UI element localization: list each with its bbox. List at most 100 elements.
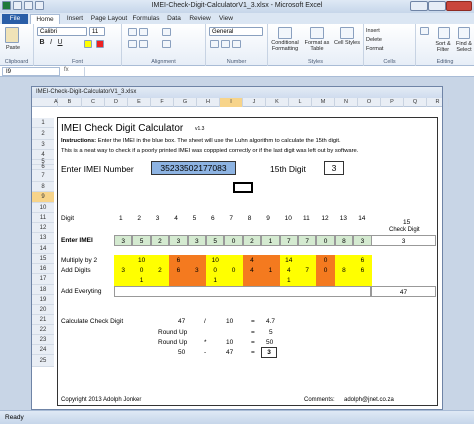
version-label: v1.3 — [195, 126, 205, 132]
tab-formulas[interactable]: Formulas — [130, 14, 162, 24]
tab-home[interactable]: Home — [30, 14, 60, 24]
maximize-button[interactable] — [428, 1, 446, 11]
calc-c: 50 — [178, 349, 186, 356]
sort-filter-icon[interactable] — [438, 27, 450, 39]
currency-icon[interactable] — [210, 40, 219, 48]
align-center-icon[interactable] — [139, 40, 148, 48]
selected-cell-i9[interactable] — [233, 182, 253, 193]
worksheet[interactable]: IMEI Check Digit Calculator v1.3 Instruc… — [54, 107, 442, 409]
column-header-d[interactable]: D — [105, 98, 128, 107]
row-header-16[interactable]: 16 — [32, 264, 54, 274]
number-label: Number — [226, 59, 247, 65]
tab-data[interactable]: Data — [163, 14, 185, 24]
delete-cells-button[interactable]: Delete — [366, 37, 406, 43]
column-header-n[interactable]: N — [335, 98, 358, 107]
column-header-j[interactable]: J — [243, 98, 266, 107]
email-link[interactable]: adolph@jnet.co.za — [344, 397, 394, 403]
cell-styles-icon[interactable] — [340, 27, 354, 39]
row-header-9[interactable]: 9 — [32, 192, 54, 203]
number-format-select[interactable]: General — [209, 27, 263, 36]
imei-input[interactable]: 35233502177083 — [151, 161, 236, 175]
column-header-r[interactable]: R — [427, 98, 449, 107]
row-header-17[interactable]: 17 — [32, 274, 54, 285]
row-header-8[interactable]: 8 — [32, 182, 54, 192]
font-name-select[interactable]: Calibri — [37, 27, 87, 36]
tab-page-layout[interactable]: Page Layout — [89, 14, 129, 24]
add-digit-carry-cell — [316, 275, 335, 286]
imei-digit-cell: 0 — [316, 235, 335, 246]
calculate-check-digit-label: Calculate Check Digit — [61, 318, 124, 325]
column-header-h[interactable]: H — [197, 98, 220, 107]
imei-digit-cell: 7 — [279, 235, 298, 246]
row-header-12[interactable]: 12 — [32, 223, 54, 233]
find-select-icon[interactable] — [458, 27, 470, 39]
column-header-i[interactable]: I — [220, 98, 243, 107]
add-digit-carry-cell — [242, 275, 262, 286]
format-as-table-icon[interactable] — [310, 27, 324, 39]
paste-icon[interactable] — [5, 27, 19, 43]
column-header-b[interactable]: B — [58, 98, 82, 107]
align-middle-icon[interactable] — [139, 28, 148, 36]
alignment-group: Alignment — [122, 24, 206, 66]
row-header-14[interactable]: 14 — [32, 244, 54, 254]
function-icon[interactable]: fx — [64, 67, 84, 73]
imei-digit-cell: 8 — [334, 235, 354, 246]
row-header-7[interactable]: 7 — [32, 170, 54, 182]
comma-icon[interactable] — [232, 40, 241, 48]
round-up-label-1: Round Up — [158, 329, 188, 336]
row-header-24[interactable]: 24 — [32, 345, 54, 355]
fill-color-icon[interactable] — [84, 40, 92, 48]
tab-file[interactable]: File — [2, 14, 28, 24]
column-header-c[interactable]: C — [82, 98, 105, 107]
font-size-select[interactable]: 11 — [89, 27, 105, 36]
row-header-13[interactable]: 13 — [32, 233, 54, 244]
row-header-20[interactable]: 20 — [32, 305, 54, 315]
align-top-icon[interactable] — [128, 28, 137, 36]
align-left-icon[interactable] — [128, 40, 137, 48]
column-header-k[interactable]: K — [266, 98, 289, 107]
underline-icon[interactable]: U — [56, 39, 64, 46]
row-header-2[interactable]: 2 — [32, 128, 54, 140]
bold-icon[interactable]: B — [38, 39, 46, 46]
row-header-25[interactable]: 25 — [32, 355, 54, 367]
close-button[interactable] — [446, 1, 472, 11]
workbook-window: IMEI-Check-Digit-CalculatorV1_3.xlsx ABC… — [31, 86, 449, 410]
add-digit-carry-cell — [334, 275, 354, 286]
merge-center-icon[interactable] — [162, 40, 171, 48]
formula-input[interactable] — [84, 67, 469, 76]
column-header-l[interactable]: L — [289, 98, 312, 107]
row-header-23[interactable]: 23 — [32, 335, 54, 345]
tab-review[interactable]: Review — [186, 14, 214, 24]
minimize-button[interactable] — [410, 1, 428, 11]
row-header-10[interactable]: 10 — [32, 203, 54, 213]
column-header-f[interactable]: F — [151, 98, 174, 107]
column-header-p[interactable]: P — [381, 98, 404, 107]
column-header-o[interactable]: O — [358, 98, 381, 107]
percent-icon[interactable] — [221, 40, 230, 48]
row-header-19[interactable]: 19 — [32, 295, 54, 305]
calc-a: 47 — [178, 318, 186, 325]
row-header-15[interactable]: 15 — [32, 254, 54, 264]
sum-icon[interactable] — [420, 27, 429, 35]
tab-view[interactable]: View — [215, 14, 237, 24]
insert-cells-button[interactable]: Insert — [366, 28, 406, 34]
wrap-text-icon[interactable] — [162, 28, 171, 36]
column-header-q[interactable]: Q — [404, 98, 427, 107]
row-header-3[interactable]: 3 — [32, 140, 54, 150]
row-header-11[interactable]: 11 — [32, 213, 54, 223]
conditional-formatting-icon[interactable] — [278, 27, 292, 39]
imei-digit-cell: 7 — [298, 235, 317, 246]
name-box[interactable]: I9 — [2, 67, 60, 76]
format-cells-button[interactable]: Format — [366, 46, 406, 52]
editing-label: Editing — [436, 59, 454, 65]
tab-insert[interactable]: Insert — [62, 14, 88, 24]
row-header-22[interactable]: 22 — [32, 325, 54, 335]
column-header-m[interactable]: M — [312, 98, 335, 107]
column-header-e[interactable]: E — [128, 98, 151, 107]
column-header-g[interactable]: G — [174, 98, 197, 107]
italic-icon[interactable]: I — [47, 39, 55, 46]
row-header-21[interactable]: 21 — [32, 315, 54, 325]
row-header-1[interactable]: 1 — [32, 118, 54, 128]
row-header-18[interactable]: 18 — [32, 285, 54, 295]
font-color-icon[interactable] — [96, 40, 104, 48]
